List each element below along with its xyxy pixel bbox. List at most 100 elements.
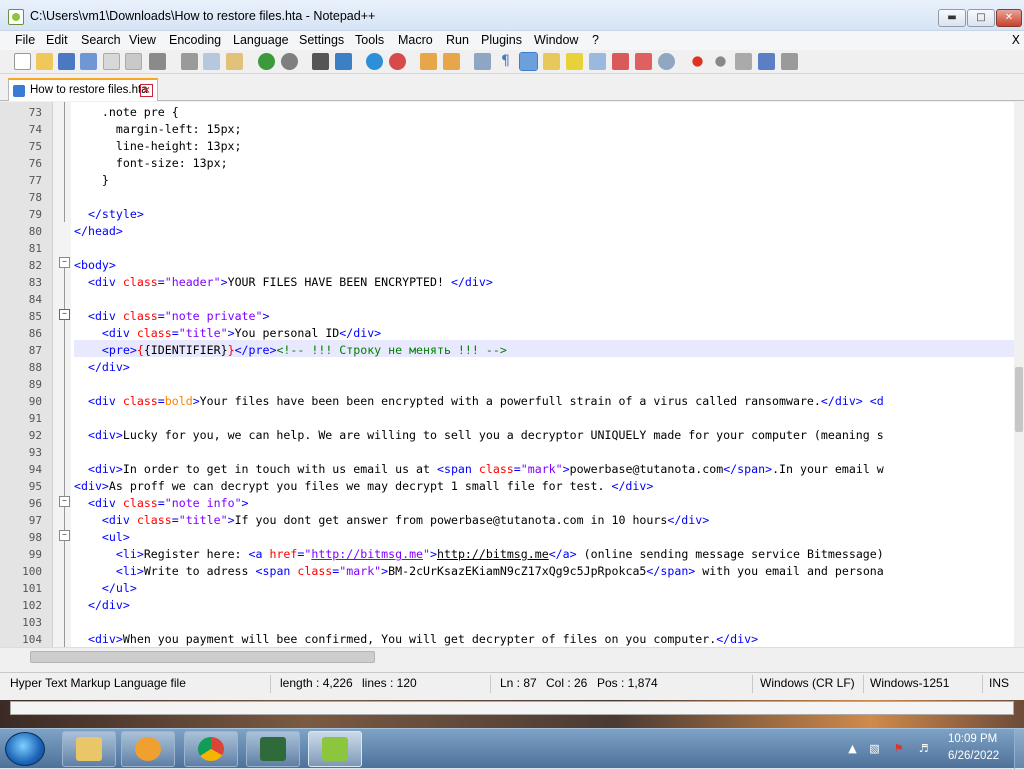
- status-insert-mode[interactable]: INS: [989, 676, 1009, 690]
- maximize-button[interactable]: □: [967, 9, 995, 27]
- find-icon[interactable]: [312, 53, 329, 70]
- menu-view[interactable]: View: [129, 33, 156, 47]
- tray-expand-icon[interactable]: ▲: [846, 742, 859, 755]
- show-desktop-button[interactable]: [1014, 729, 1024, 769]
- taskbar-explorer[interactable]: [62, 731, 116, 767]
- menu-close-doc-button[interactable]: X: [1012, 33, 1020, 47]
- fold-toggle-body-icon[interactable]: –: [59, 257, 70, 268]
- line-number: 74: [28, 123, 42, 136]
- menu-settings[interactable]: Settings: [299, 33, 344, 47]
- monitoring-icon[interactable]: [635, 53, 652, 70]
- stop-macro-icon[interactable]: [712, 53, 729, 70]
- menu-bar: File Edit Search View Encoding Language …: [0, 31, 1024, 50]
- tab-close-icon[interactable]: ×: [140, 84, 153, 97]
- menu-window[interactable]: Window: [534, 33, 578, 47]
- line-number: 95: [28, 480, 42, 493]
- vertical-scroll-thumb[interactable]: [1015, 367, 1023, 432]
- close-file-icon[interactable]: [103, 53, 120, 70]
- status-eol[interactable]: Windows (CR LF): [760, 676, 855, 690]
- menu-file[interactable]: File: [15, 33, 35, 47]
- status-bar: Hyper Text Markup Language file length :…: [0, 672, 1024, 694]
- window-title: C:\Users\vm1\Downloads\How to restore fi…: [30, 9, 376, 23]
- menu-tools[interactable]: Tools: [355, 33, 384, 47]
- status-encoding[interactable]: Windows-1251: [870, 676, 949, 690]
- user-language-icon[interactable]: [543, 53, 560, 70]
- redo-icon[interactable]: [281, 53, 298, 70]
- title-bar[interactable]: C:\Users\vm1\Downloads\How to restore fi…: [0, 0, 1024, 31]
- function-list-icon[interactable]: [589, 53, 606, 70]
- folder-as-workspace-icon[interactable]: [612, 53, 629, 70]
- menu-encoding[interactable]: Encoding: [169, 33, 221, 47]
- horizontal-scrollbar[interactable]: [0, 647, 1024, 665]
- menu-run[interactable]: Run: [446, 33, 469, 47]
- taskbar-notepadpp[interactable]: [308, 731, 362, 767]
- fold-toggle-note-info-icon[interactable]: –: [59, 496, 70, 507]
- notepadpp-icon: [322, 737, 348, 761]
- word-wrap-icon[interactable]: [474, 53, 491, 70]
- clock-date[interactable]: 6/26/2022: [948, 750, 999, 762]
- fold-margin: [53, 102, 71, 647]
- line-number: 78: [28, 191, 42, 204]
- undo-icon[interactable]: [258, 53, 275, 70]
- toolbar: ¶: [0, 50, 1024, 74]
- cut-icon[interactable]: [181, 53, 198, 70]
- save-all-icon[interactable]: [80, 53, 97, 70]
- code-editor[interactable]: 73 74 75 76 77 78 79 80 81 82 83 84 85 86 87 88 89 90 91 92…: [0, 102, 1024, 647]
- notepadpp-app-icon[interactable]: [8, 9, 24, 25]
- zoom-in-icon[interactable]: [366, 53, 383, 70]
- vertical-scrollbar[interactable]: [1014, 102, 1024, 647]
- menu-edit[interactable]: Edit: [46, 33, 68, 47]
- status-position: Pos : 1,874: [597, 676, 658, 690]
- tab-how-to-restore-files[interactable]: How to restore files.hta ×: [8, 78, 158, 101]
- fold-toggle-ul-icon[interactable]: –: [59, 530, 70, 541]
- menu-language[interactable]: Language: [233, 33, 289, 47]
- line-number: 86: [28, 327, 42, 340]
- replace-icon[interactable]: [335, 53, 352, 70]
- close-button[interactable]: ✕: [996, 9, 1022, 27]
- show-all-chars-icon[interactable]: ¶: [497, 53, 514, 70]
- sync-vertical-icon[interactable]: [420, 53, 437, 70]
- new-file-icon[interactable]: [14, 53, 31, 70]
- network-icon[interactable]: ▧: [868, 742, 881, 755]
- menu-help[interactable]: ?: [592, 33, 599, 47]
- save-icon[interactable]: [58, 53, 75, 70]
- menu-plugins[interactable]: Plugins: [481, 33, 522, 47]
- tab-bar: How to restore files.hta ×: [0, 76, 1024, 101]
- menu-search[interactable]: Search: [81, 33, 121, 47]
- minimize-button[interactable]: ▬: [938, 9, 966, 27]
- line-number: 91: [28, 412, 42, 425]
- code-line: <li>Write to adress <span class="mark">B…: [115, 564, 884, 578]
- line-number: 85: [28, 310, 42, 323]
- eye-icon[interactable]: [658, 53, 675, 70]
- menu-macro[interactable]: Macro: [398, 33, 433, 47]
- close-all-icon[interactable]: [125, 53, 142, 70]
- line-number: 80: [28, 225, 42, 238]
- horizontal-scroll-thumb[interactable]: [30, 651, 375, 663]
- code-line: <div>Lucky for you, we can help. We are …: [87, 428, 884, 442]
- run-macro-multiple-icon[interactable]: [758, 53, 775, 70]
- status-divider: [490, 675, 491, 693]
- copy-icon[interactable]: [203, 53, 220, 70]
- code-line: <div class="title">You personal ID</div>: [101, 326, 382, 340]
- line-number: 82: [28, 259, 42, 272]
- play-macro-icon[interactable]: [735, 53, 752, 70]
- zoom-out-icon[interactable]: [389, 53, 406, 70]
- taskbar-task-manager[interactable]: [246, 731, 300, 767]
- sync-horizontal-icon[interactable]: [443, 53, 460, 70]
- start-button[interactable]: [5, 732, 45, 766]
- record-macro-icon[interactable]: [689, 53, 706, 70]
- volume-icon[interactable]: ♬: [917, 742, 930, 755]
- status-lines: lines : 120: [362, 676, 417, 690]
- open-file-icon[interactable]: [36, 53, 53, 70]
- indent-guide-icon[interactable]: [519, 52, 538, 71]
- paste-icon[interactable]: [226, 53, 243, 70]
- doc-map-icon[interactable]: [566, 53, 583, 70]
- code-line: </div>: [87, 598, 130, 612]
- save-macro-icon[interactable]: [781, 53, 798, 70]
- taskbar-chrome[interactable]: [184, 731, 238, 767]
- action-center-icon[interactable]: ⚑: [892, 742, 905, 755]
- clock-time[interactable]: 10:09 PM: [948, 733, 997, 745]
- taskbar-media-player[interactable]: [121, 731, 175, 767]
- fold-toggle-note-private-icon[interactable]: –: [59, 309, 70, 320]
- print-icon[interactable]: [149, 53, 166, 70]
